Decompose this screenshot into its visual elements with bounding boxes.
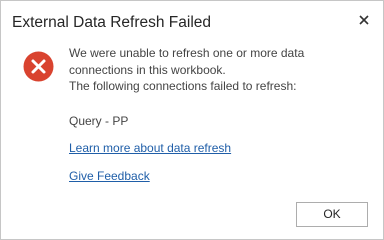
ok-button[interactable]: OK [296,202,368,227]
give-feedback-link[interactable]: Give Feedback [69,169,150,183]
error-message: We were unable to refresh one or more da… [69,45,369,95]
close-icon [359,15,369,25]
learn-more-link[interactable]: Learn more about data refresh [69,141,231,155]
close-button[interactable] [354,10,374,30]
failed-connection-name: Query - PP [69,114,129,128]
refresh-failed-dialog: External Data Refresh Failed We were una… [0,0,384,240]
message-line: connections in this workbook. [69,62,226,77]
message-line: We were unable to refresh one or more da… [69,46,305,60]
error-icon [23,51,54,82]
dialog-title: External Data Refresh Failed [12,14,212,31]
message-line: The following connections failed to refr… [69,79,297,93]
